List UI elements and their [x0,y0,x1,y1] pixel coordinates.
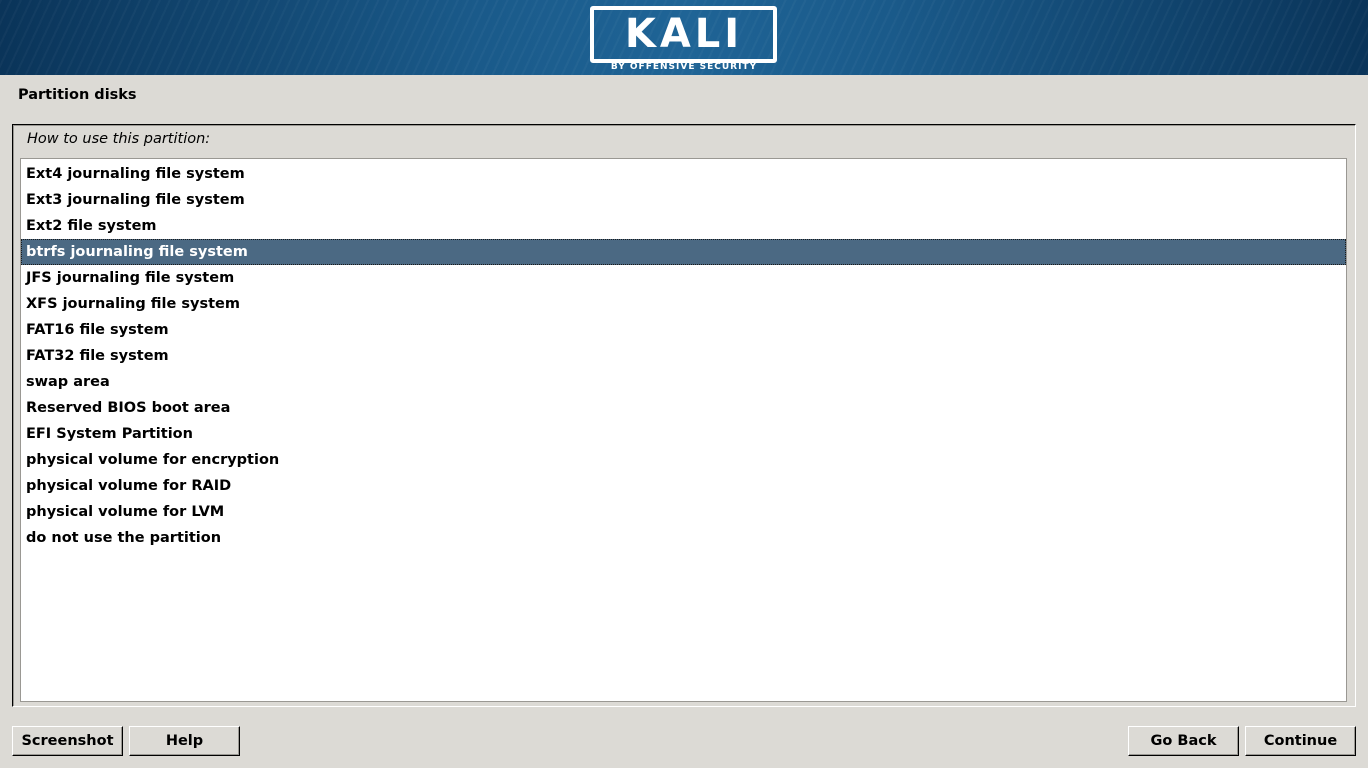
kali-logo: KALI BY OFFENSIVE SECURITY [589,5,779,73]
page-title: Partition disks [18,87,137,103]
list-item[interactable]: EFI System Partition [21,421,1346,447]
list-item[interactable]: Ext3 journaling file system [21,187,1346,213]
go-back-button[interactable]: Go Back [1128,726,1239,756]
list-item[interactable]: physical volume for RAID [21,473,1346,499]
help-button[interactable]: Help [129,726,240,756]
list-item[interactable]: physical volume for encryption [21,447,1346,473]
list-item[interactable]: Reserved BIOS boot area [21,395,1346,421]
list-item[interactable]: FAT32 file system [21,343,1346,369]
header-banner: KALI BY OFFENSIVE SECURITY [0,0,1368,75]
logo-text: KALI [624,11,744,57]
list-item[interactable]: do not use the partition [21,525,1346,551]
list-item[interactable]: physical volume for LVM [21,499,1346,525]
question-label: How to use this partition: [27,131,211,147]
list-item[interactable]: btrfs journaling file system [21,239,1346,265]
list-item[interactable]: XFS journaling file system [21,291,1346,317]
list-item[interactable]: Ext4 journaling file system [21,161,1346,187]
partition-usage-list[interactable]: Ext4 journaling file system Ext3 journali… [20,158,1347,702]
logo-subtitle: BY OFFENSIVE SECURITY [610,62,758,72]
continue-button[interactable]: Continue [1245,726,1356,756]
list-item[interactable]: swap area [21,369,1346,395]
screenshot-button[interactable]: Screenshot [12,726,123,756]
list-item[interactable]: JFS journaling file system [21,265,1346,291]
list-item[interactable]: Ext2 file system [21,213,1346,239]
list-item[interactable]: FAT16 file system [21,317,1346,343]
